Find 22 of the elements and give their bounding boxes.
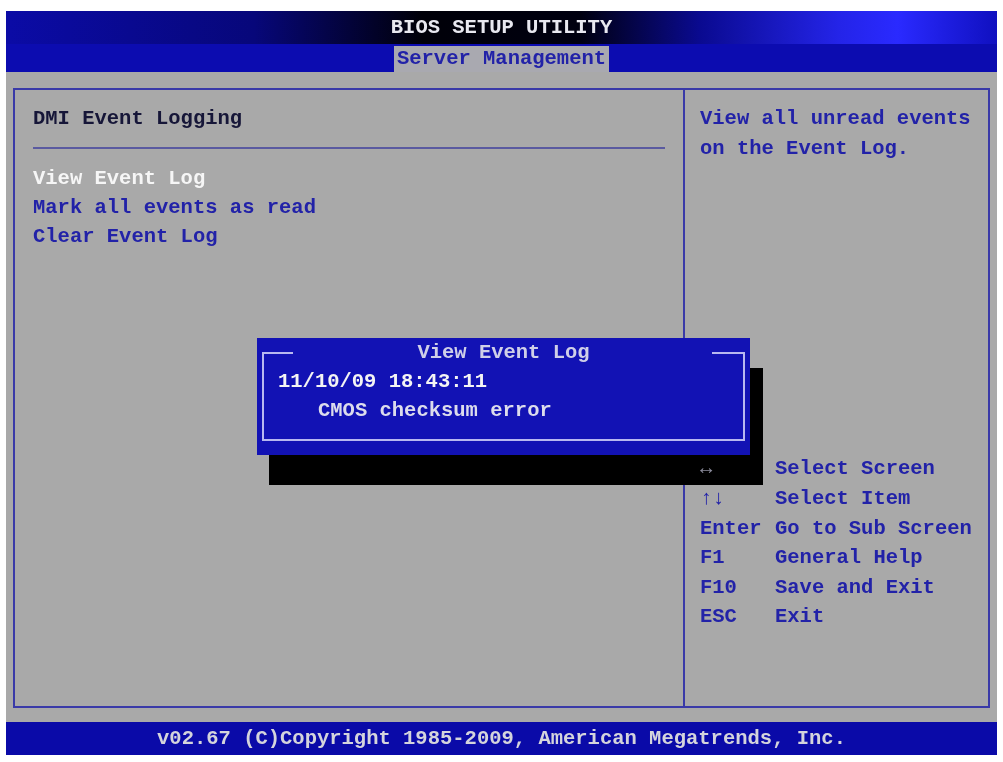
event-timestamp: 11/10/09 18:43:11 bbox=[278, 369, 488, 395]
key-label: Enter bbox=[700, 515, 762, 542]
dialog-title: View Event Log bbox=[417, 340, 590, 366]
copyright-text: v02.67 (C)Copyright 1985-2009, American Megatrends, Inc. bbox=[157, 725, 846, 752]
key-description: Save and Exit bbox=[775, 574, 935, 601]
window-title: BIOS SETUP UTILITY bbox=[390, 14, 613, 41]
menu-item[interactable]: Clear Event Log bbox=[33, 222, 218, 251]
key-label: ESC bbox=[700, 604, 737, 631]
section-title: DMI Event Logging bbox=[33, 106, 243, 132]
key-description: Select Item bbox=[775, 486, 911, 513]
key-description: Exit bbox=[775, 604, 825, 631]
key-description: Select Screen bbox=[775, 456, 935, 483]
key-label: ↔ bbox=[700, 456, 713, 483]
tab[interactable]: Server Management bbox=[393, 46, 610, 72]
key-description: Go to Sub Screen bbox=[775, 515, 972, 542]
key-description: General Help bbox=[775, 545, 923, 572]
key-label: F10 bbox=[700, 574, 737, 601]
key-label: F1 bbox=[700, 545, 725, 572]
menu-item[interactable]: Mark all events as read bbox=[33, 193, 316, 222]
key-label: ↑↓ bbox=[700, 486, 725, 513]
event-message: CMOS checksum error bbox=[318, 398, 552, 424]
help-text: View all unread events on the Event Log. bbox=[700, 106, 972, 162]
